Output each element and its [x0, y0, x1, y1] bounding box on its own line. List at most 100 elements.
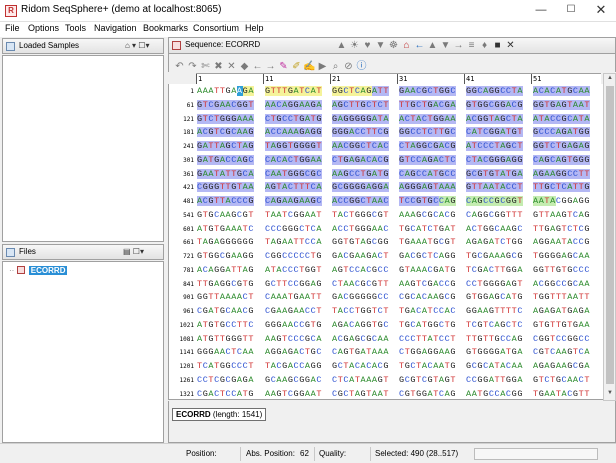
- marker-icon[interactable]: ◆: [238, 61, 251, 72]
- header-icon-4[interactable]: ▼: [374, 40, 387, 51]
- scroll-up-icon[interactable]: ▲: [605, 75, 615, 81]
- sequence-block[interactable]: GGTTGTGCCC: [533, 264, 597, 276]
- sequence-block[interactable]: GTTTGATCAT: [265, 85, 329, 97]
- menu-tools[interactable]: Tools: [65, 23, 86, 33]
- sequence-block[interactable]: GTTAAGTCAG: [533, 209, 597, 221]
- sequence-block[interactable]: GCGCATACAA: [466, 360, 530, 372]
- sequence-block[interactable]: GATGACCAGC: [197, 154, 261, 166]
- sequence-block[interactable]: AGGAATACCG: [533, 236, 597, 248]
- sequence-block[interactable]: TGCGAAAGCG: [466, 250, 530, 262]
- sequence-block[interactable]: CGCACAAGCG: [399, 291, 463, 303]
- sequence-block[interactable]: ATACCCTGGT: [265, 264, 329, 276]
- sequence-block[interactable]: GGCTCAGATT: [332, 85, 396, 97]
- sequence-block[interactable]: AACAGGAAGA: [265, 99, 329, 111]
- sequence-block[interactable]: AGTCCACGCC: [332, 264, 396, 276]
- sequence-block[interactable]: ATGTTGGGTT: [197, 333, 261, 345]
- highlight-icon[interactable]: ✎: [277, 61, 290, 72]
- sequence-block[interactable]: TAGGTGGGGT: [265, 140, 329, 152]
- sequence-block[interactable]: ATGTGAAATC: [197, 223, 261, 235]
- sequence-block[interactable]: AATGCCACGG: [466, 388, 530, 400]
- sequence-block[interactable]: GAGGGGGATA: [332, 113, 396, 125]
- sequence-block[interactable]: GACGGGGGCC: [332, 291, 396, 303]
- sequence-block[interactable]: GCTACACACG: [332, 360, 396, 372]
- sequence-block[interactable]: GGTTAAAACT: [197, 291, 261, 303]
- menu-help[interactable]: Help: [245, 23, 264, 33]
- sequence-block[interactable]: CAGAAGAAGC: [265, 195, 329, 207]
- sequence-block[interactable]: TAGAATTCCA: [265, 236, 329, 248]
- sequence-block[interactable]: CCGGATTGGA: [466, 374, 530, 386]
- sequence-block[interactable]: TGGGGAGCAA: [533, 250, 597, 262]
- sequence-block[interactable]: AAAGCGCACG: [399, 209, 463, 221]
- redo-icon[interactable]: ↷: [186, 61, 199, 72]
- sequence-block[interactable]: GTCCAGACTC: [399, 154, 463, 166]
- clear-search-icon[interactable]: ⊘: [342, 61, 355, 72]
- pen-icon[interactable]: ✐: [290, 61, 303, 72]
- sequence-block[interactable]: ACCTGGGAAC: [332, 223, 396, 235]
- sequence-block[interactable]: GCTTCCGGAG: [265, 278, 329, 290]
- sequence-block[interactable]: GTGGCGGACG: [466, 99, 530, 111]
- sequence-viewer[interactable]: 1 AAATTGAAGA GTTTGATCAT GGCTCAGATT GAACGCTGG…: [168, 84, 603, 400]
- down-icon[interactable]: ▼: [439, 40, 452, 51]
- close-panel-icon[interactable]: ✕: [504, 40, 517, 51]
- sequence-block[interactable]: ATCCCTAGCT: [466, 140, 530, 152]
- cut-icon[interactable]: ✄: [199, 61, 212, 72]
- tag-icon[interactable]: ♦: [478, 40, 491, 51]
- sequence-block[interactable]: GTGCAAGCGT: [197, 209, 261, 221]
- sequence-block[interactable]: ACAGGATTAG: [197, 264, 261, 276]
- sequence-block[interactable]: TCGACTTGGA: [466, 264, 530, 276]
- loaded-samples-list[interactable]: [2, 55, 164, 242]
- sequence-block[interactable]: CTGAGACACG: [332, 154, 396, 166]
- menu-consortium[interactable]: Consortium: [193, 23, 239, 33]
- sequence-block[interactable]: TAGAGGGGGG: [197, 236, 261, 248]
- sequence-block[interactable]: TTGAGGCGTG: [197, 278, 261, 290]
- sequence-block[interactable]: AGACAGGTGC: [332, 319, 396, 331]
- sequence-block[interactable]: GACGCTCAGG: [399, 250, 463, 262]
- list-icon[interactable]: ≡: [465, 40, 478, 51]
- annotate-icon[interactable]: ✍: [303, 61, 316, 72]
- sequence-block[interactable]: TTGCTCATTG: [533, 181, 597, 193]
- sequence-info-tab[interactable]: ECORRD (length: 1541): [172, 408, 267, 421]
- sequence-block[interactable]: TCGTCAGCTC: [466, 319, 530, 331]
- save-icon[interactable]: ■: [491, 40, 504, 51]
- sequence-block[interactable]: AATACGGAGG: [533, 195, 597, 207]
- sequence-block[interactable]: GGCCTCTTGC: [399, 126, 463, 138]
- header-icon-2[interactable]: ☀: [348, 40, 361, 51]
- close-button[interactable]: ✕: [586, 0, 616, 22]
- sequence-block[interactable]: GTCTGGGAAA: [197, 113, 261, 125]
- sequence-block[interactable]: GGGAACTCAA: [197, 346, 261, 358]
- undo-icon[interactable]: ↶: [173, 61, 186, 72]
- sequence-block[interactable]: GTCTGCAACT: [533, 374, 597, 386]
- sequence-block[interactable]: ACGTTACCCG: [197, 195, 261, 207]
- sequence-block[interactable]: GTGGAGCATG: [466, 291, 530, 303]
- menu-options[interactable]: Options: [28, 23, 59, 33]
- sequence-block[interactable]: GTGGGGATGA: [466, 346, 530, 358]
- sequence-block[interactable]: ACGAGCGCAA: [332, 333, 396, 345]
- sequence-block[interactable]: GCGTCGTAGT: [399, 374, 463, 386]
- sequence-block[interactable]: AAGCCTGATG: [332, 168, 396, 180]
- sequence-block[interactable]: CAATGGGCGC: [265, 168, 329, 180]
- home-icon[interactable]: ⌂: [400, 40, 413, 51]
- sequence-block[interactable]: CAGGCGGTTT: [466, 209, 530, 221]
- sequence-block[interactable]: GTGGCGAAGG: [197, 250, 261, 262]
- sequence-block[interactable]: ACTGGCAAGC: [466, 223, 530, 235]
- sequence-block[interactable]: CAGCAGTGGG: [533, 154, 597, 166]
- sequence-block[interactable]: TACGACCAGG: [265, 360, 329, 372]
- sequence-block[interactable]: CTCATAAAGT: [332, 374, 396, 386]
- sequence-block[interactable]: GTTAATACCT: [466, 181, 530, 193]
- sequence-block[interactable]: ACTACTGGAA: [399, 113, 463, 125]
- sequence-block[interactable]: GTGTTGTGAA: [533, 319, 597, 331]
- sequence-block[interactable]: CGTCAAGTCA: [533, 346, 597, 358]
- sequence-block[interactable]: CAGTGATAAA: [332, 346, 396, 358]
- sequence-block[interactable]: TAATCGGAAT: [265, 209, 329, 221]
- sequence-block[interactable]: GCGGGGAGGA: [332, 181, 396, 193]
- sequence-block[interactable]: TTGTTGCCAG: [466, 333, 530, 345]
- sequence-block[interactable]: GCCCAGATGG: [533, 126, 597, 138]
- sequence-block[interactable]: CAGCCATGCC: [399, 168, 463, 180]
- sequence-block[interactable]: TACCTGGTCT: [332, 305, 396, 317]
- sequence-block[interactable]: CCCGGGCTCA: [265, 223, 329, 235]
- sequence-block[interactable]: TGCATCTGAT: [399, 223, 463, 235]
- sequence-block[interactable]: CGGGTTGTAA: [197, 181, 261, 193]
- sequence-block[interactable]: TACTGGGCGT: [332, 209, 396, 221]
- next-icon[interactable]: →: [264, 61, 277, 72]
- sequence-block[interactable]: CCTCGCGAGA: [197, 374, 261, 386]
